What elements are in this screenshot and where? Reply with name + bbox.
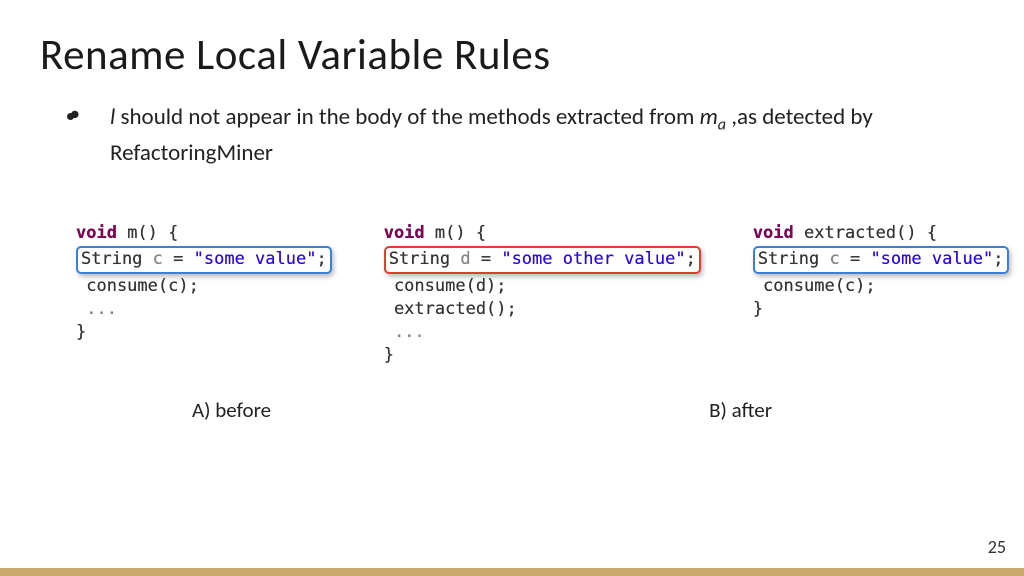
page-number: 25 <box>988 536 1006 558</box>
bullet-list: l should not appear in the body of the m… <box>40 101 984 170</box>
code-block: void m() { String c = "some value"; cons… <box>76 222 332 344</box>
code-after-extracted: void extracted() { String c = "some valu… <box>753 222 1009 367</box>
highlight-blue: String c = "some value"; <box>753 246 1009 274</box>
slide-title: Rename Local Variable Rules <box>40 28 984 81</box>
code-after-m: void m() { String d = "some other value"… <box>384 222 701 367</box>
captions: A) before B) after <box>40 397 984 423</box>
footer-accent-bar <box>0 568 1024 576</box>
bullet-item: l should not appear in the body of the m… <box>88 101 984 170</box>
examples-row: void m() { String c = "some value"; cons… <box>40 222 984 367</box>
code-block: void extracted() { String c = "some valu… <box>753 222 1009 321</box>
code-block: void m() { String d = "some other value"… <box>384 222 701 367</box>
bullet-text-1: should not appear in the body of the met… <box>115 103 699 131</box>
caption-before: A) before <box>192 397 271 423</box>
var-m-sub: a <box>718 116 726 135</box>
slide: Rename Local Variable Rules l should not… <box>0 0 1024 576</box>
highlight-blue: String c = "some value"; <box>76 246 332 274</box>
var-m: m <box>700 103 718 131</box>
code-before: void m() { String c = "some value"; cons… <box>76 222 332 367</box>
highlight-red: String d = "some other value"; <box>384 246 701 274</box>
caption-after: B) after <box>709 397 772 423</box>
